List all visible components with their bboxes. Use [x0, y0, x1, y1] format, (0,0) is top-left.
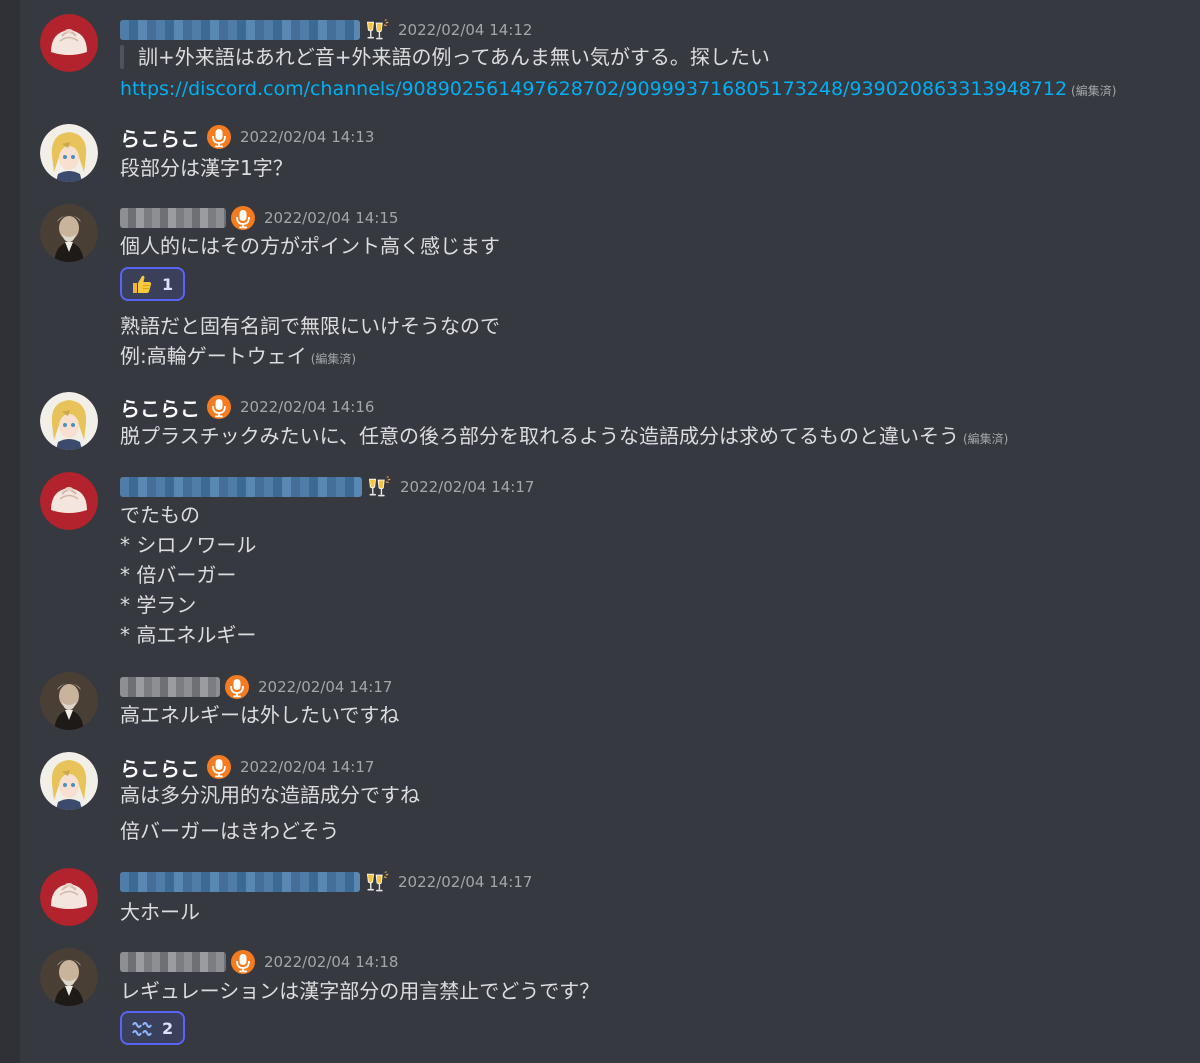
timestamp: 2022/02/04 14:17 — [240, 758, 375, 776]
edited-label: (編集済) — [1071, 84, 1117, 98]
timestamp: 2022/02/04 14:16 — [240, 398, 375, 416]
wavy-emoji-icon — [130, 1016, 154, 1040]
username-blurred[interactable] — [120, 872, 360, 892]
microphone-icon — [206, 754, 232, 780]
message-text: 例:高輪ゲートウェイ — [120, 344, 307, 368]
message-text: でたもの — [120, 503, 200, 527]
list-item: * 学ラン — [120, 593, 197, 617]
avatar[interactable] — [40, 672, 98, 730]
message-text: レギュレーションは漢字部分の用言禁止でどうです？ — [120, 979, 600, 1003]
message-header: 2022/02/04 14:18 — [120, 949, 398, 975]
avatar[interactable] — [40, 868, 98, 926]
edited-label: (編集済) — [310, 352, 357, 366]
message-header: らこらこ 2022/02/04 14:17 — [120, 753, 375, 782]
avatar[interactable] — [40, 948, 98, 1006]
thumbs-up-icon — [130, 272, 154, 296]
list-item: * シロノワール — [120, 533, 257, 557]
avatar[interactable] — [40, 472, 98, 530]
avatar[interactable] — [40, 14, 98, 72]
username-blurred[interactable] — [120, 208, 226, 228]
message-text: 段部分は漢字1字？ — [120, 156, 293, 180]
message-text: 訓+外来語はあれど音+外来語の例ってあんま無い気がする。探したい — [138, 45, 770, 69]
reaction-wavy[interactable]: 2 — [120, 1011, 186, 1045]
avatar[interactable] — [40, 124, 98, 182]
bun-avatar-icon — [40, 868, 98, 926]
message-header: らこらこ 2022/02/04 14:13 — [120, 123, 375, 152]
username[interactable]: らこらこ — [120, 393, 200, 422]
reaction-thumbs-up[interactable]: 1 — [120, 267, 186, 301]
message-header: 2022/02/04 14:17 — [120, 674, 392, 700]
anime-girl-avatar-icon — [40, 124, 98, 182]
microphone-icon — [230, 205, 256, 231]
timestamp: 2022/02/04 14:15 — [264, 209, 399, 227]
portrait-avatar-icon — [40, 948, 98, 1006]
timestamp: 2022/02/04 14:18 — [264, 953, 399, 971]
username-blurred[interactable] — [120, 677, 220, 697]
message-text: 熟語だと固有名詞で無限にいけそうなので — [120, 314, 500, 338]
champagne-icon — [364, 869, 390, 895]
message-text: 高エネルギーは外したいですね — [120, 703, 400, 727]
anime-girl-avatar-icon — [40, 752, 98, 810]
champagne-icon — [364, 17, 390, 43]
message-text: 大ホール — [120, 900, 200, 924]
microphone-icon — [206, 124, 232, 150]
server-sidebar-edge — [0, 0, 20, 1063]
avatar[interactable] — [40, 752, 98, 810]
username-blurred[interactable] — [120, 20, 360, 40]
message-text: 個人的にはその方がポイント高く感じます — [120, 234, 500, 258]
message-header: 2022/02/04 14:12 — [120, 17, 532, 43]
message-text: 倍バーガーはきわどそう — [120, 819, 340, 843]
avatar[interactable] — [40, 204, 98, 262]
portrait-avatar-icon — [40, 672, 98, 730]
message-text: 脱プラスチックみたいに、任意の後ろ部分を取れるような造語成分は求めてるものと違い… — [120, 424, 959, 448]
microphone-icon — [206, 394, 232, 420]
message-header: 2022/02/04 14:17 — [120, 474, 534, 500]
bun-avatar-icon — [40, 472, 98, 530]
timestamp: 2022/02/04 14:17 — [400, 478, 535, 496]
anime-girl-avatar-icon — [40, 392, 98, 450]
list-item: * 高エネルギー — [120, 623, 257, 647]
reaction-count: 2 — [162, 1018, 174, 1038]
champagne-icon — [366, 474, 392, 500]
reaction-count: 1 — [162, 274, 174, 294]
edited-label: (編集済) — [963, 432, 1009, 446]
message-line: https://discord.com/channels/90890256149… — [120, 75, 1116, 105]
quote-line: 訓+外来語はあれど音+外来語の例ってあんま無い気がする。探したい — [120, 43, 770, 71]
timestamp: 2022/02/04 14:17 — [258, 678, 393, 696]
timestamp: 2022/02/04 14:17 — [398, 873, 533, 891]
microphone-icon — [224, 674, 250, 700]
message-header: 2022/02/04 14:15 — [120, 205, 398, 231]
username[interactable]: らこらこ — [120, 753, 200, 782]
message-line: 脱プラスチックみたいに、任意の後ろ部分を取れるような造語成分は求めてるものと違い… — [120, 422, 1008, 453]
message-text: 高は多分汎用的な造語成分ですね — [120, 783, 420, 807]
avatar[interactable] — [40, 392, 98, 450]
bun-avatar-icon — [40, 14, 98, 72]
message-link[interactable]: https://discord.com/channels/90890256149… — [120, 78, 1067, 100]
username-blurred[interactable] — [120, 952, 226, 972]
quote-bar — [120, 44, 124, 69]
message-header: らこらこ 2022/02/04 14:16 — [120, 393, 375, 422]
username[interactable]: らこらこ — [120, 123, 200, 152]
portrait-avatar-icon — [40, 204, 98, 262]
message-line: 例:高輪ゲートウェイ (編集済) — [120, 342, 356, 373]
username-blurred[interactable] — [120, 477, 362, 497]
list-item: * 倍バーガー — [120, 563, 237, 587]
timestamp: 2022/02/04 14:13 — [240, 128, 375, 146]
microphone-icon — [230, 949, 256, 975]
message-header: 2022/02/04 14:17 — [120, 869, 532, 895]
timestamp: 2022/02/04 14:12 — [398, 21, 533, 39]
